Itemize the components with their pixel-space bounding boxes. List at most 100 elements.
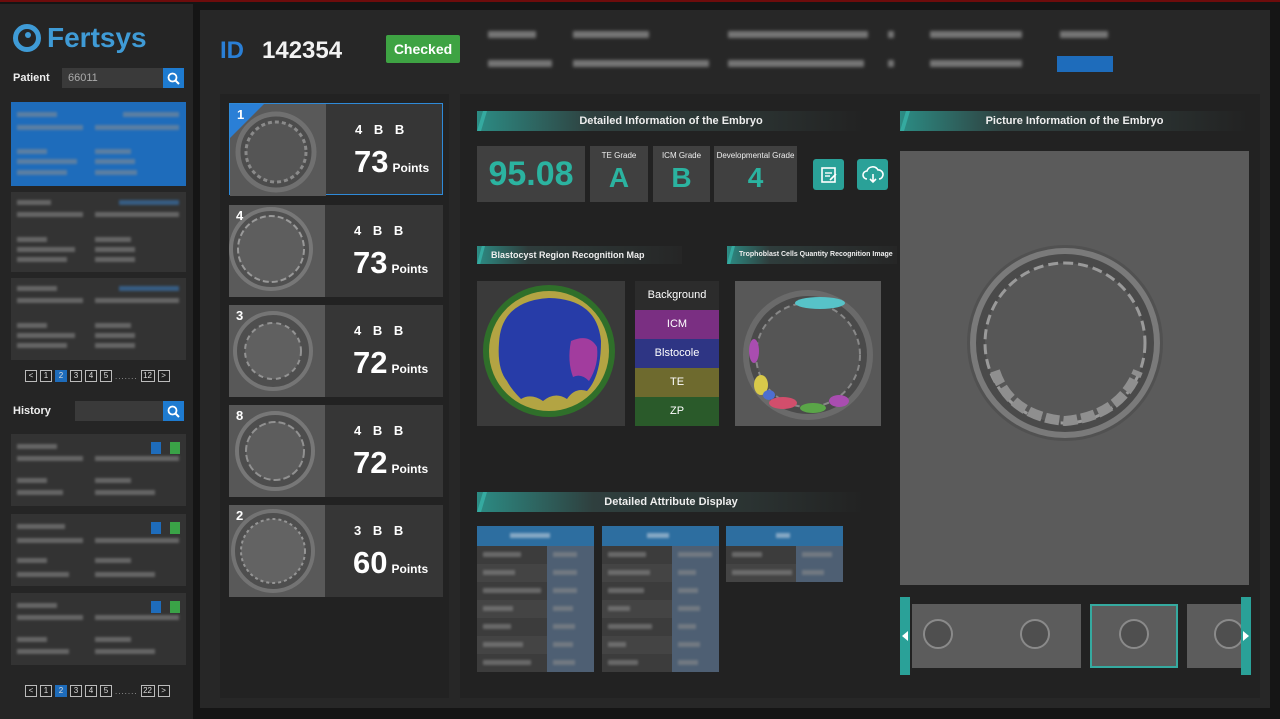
embryo-grades: 4 B B xyxy=(354,323,404,338)
segmentation-legend: Background ICM Blstocole TE ZP xyxy=(635,281,719,426)
chevron-right-icon xyxy=(1243,631,1249,641)
history-search-button[interactable] xyxy=(163,401,184,421)
page-button[interactable]: 3 xyxy=(70,370,82,382)
next-page-button[interactable]: > xyxy=(157,370,170,382)
embryo-detail-panel: Detailed Information of the Embryo Pictu… xyxy=(460,94,1260,698)
sidebar: Fertsys Patient 66011 < 1 2 3 4 5 ......… xyxy=(0,4,193,719)
embryo-card[interactable]: 3 4 B B 72 Points xyxy=(229,305,443,397)
info-badge-icon xyxy=(151,601,161,613)
patient-search-input[interactable]: 66011 xyxy=(62,68,163,88)
carousel-next-button[interactable] xyxy=(1241,597,1251,675)
chevron-left-icon xyxy=(902,631,908,641)
embryo-thumbnail xyxy=(229,505,325,597)
icm-grade-box: ICM Grade B xyxy=(653,146,710,202)
page-button[interactable]: 5 xyxy=(100,685,112,697)
embryo-card[interactable]: 2 3 B B 60 Points xyxy=(229,505,443,597)
attribute-table xyxy=(477,526,594,672)
detail-section-header: Detailed Information of the Embryo xyxy=(477,111,865,131)
embryo-grades: 3 B B xyxy=(354,523,404,538)
embryo-number: 1 xyxy=(237,107,245,122)
page-button[interactable]: 2 xyxy=(55,685,67,697)
history-card[interactable] xyxy=(11,434,186,506)
page-button[interactable]: 1 xyxy=(40,370,52,382)
embryo-points: 60 Points xyxy=(353,545,429,580)
embryo-card[interactable]: 1 4 B B 73 Points xyxy=(229,103,443,196)
embryo-thumbnail xyxy=(229,205,325,297)
app-window: Fertsys Patient 66011 < 1 2 3 4 5 ......… xyxy=(0,0,1280,719)
picture-section-header: Picture Information of the Embryo xyxy=(900,111,1249,131)
carousel-prev-button[interactable] xyxy=(900,597,910,675)
patient-search-button[interactable] xyxy=(163,68,184,88)
blastocyst-region-map xyxy=(477,281,625,426)
main-content: ID 142354 Checked 1 4 B B 73 Points 4 4 … xyxy=(200,10,1270,708)
embryo-card[interactable]: 4 4 B B 73 Points xyxy=(229,205,443,297)
status-badge-icon xyxy=(170,442,180,454)
trophoblast-header: Trophoblast Cells Quantity Recognition I… xyxy=(727,246,897,264)
page-button[interactable]: 5 xyxy=(100,370,112,382)
embryo-points: 73 Points xyxy=(354,144,430,179)
attribute-table xyxy=(602,526,719,672)
patient-card[interactable] xyxy=(11,102,186,186)
logo-icon xyxy=(13,24,41,52)
embryo-points: 73 Points xyxy=(353,245,429,280)
te-grade-label: TE Grade xyxy=(601,151,637,160)
page-button[interactable]: 4 xyxy=(85,685,97,697)
te-grade-box: TE Grade A xyxy=(590,146,648,202)
history-search-input[interactable] xyxy=(75,401,163,421)
page-ellipsis: ....... xyxy=(115,686,138,696)
embryo-number: 4 xyxy=(236,208,244,223)
legend-icm: ICM xyxy=(635,310,719,339)
page-ellipsis: ....... xyxy=(115,371,138,381)
status-badge-icon xyxy=(170,522,180,534)
prev-page-button[interactable]: < xyxy=(25,685,37,697)
embryo-number: 8 xyxy=(236,408,244,423)
attribute-section-header: Detailed Attribute Display xyxy=(477,492,865,512)
page-button[interactable]: 4 xyxy=(85,370,97,382)
attribute-table xyxy=(726,526,843,582)
history-card[interactable] xyxy=(11,514,186,586)
embryo-number: 3 xyxy=(236,308,244,323)
legend-te: TE xyxy=(635,368,719,397)
legend-zp: ZP xyxy=(635,397,719,426)
embryo-points: 72 Points xyxy=(353,345,429,380)
history-card[interactable] xyxy=(11,593,186,665)
history-pagination: < 1 2 3 4 5 ....... 22 > xyxy=(25,685,170,697)
prev-page-button[interactable]: < xyxy=(25,370,37,382)
info-badge-icon xyxy=(151,442,161,454)
carousel-thumbnail[interactable] xyxy=(1187,604,1241,668)
dev-grade-value: 4 xyxy=(747,162,764,193)
page-button[interactable]: 2 xyxy=(55,370,67,382)
embryo-number: 2 xyxy=(236,508,244,523)
page-button[interactable]: 1 xyxy=(40,685,52,697)
embryo-thumbnail xyxy=(229,305,325,397)
search-icon xyxy=(167,72,180,85)
icm-grade-value: B xyxy=(671,162,692,193)
carousel-thumbnail[interactable] xyxy=(993,604,1081,668)
brand-logo: Fertsys xyxy=(13,22,147,54)
cloud-download-icon xyxy=(861,165,884,183)
search-icon xyxy=(167,405,180,418)
next-page-button[interactable]: > xyxy=(157,685,170,697)
page-button[interactable]: 22 xyxy=(140,685,155,697)
patient-card[interactable] xyxy=(11,192,186,272)
dev-grade-box: Developmental Grade 4 xyxy=(714,146,797,202)
page-button[interactable]: 3 xyxy=(70,685,82,697)
icm-grade-label: ICM Grade xyxy=(661,151,702,160)
download-button[interactable] xyxy=(857,159,888,190)
embryo-card[interactable]: 8 4 B B 72 Points xyxy=(229,405,443,497)
page-button[interactable]: 12 xyxy=(140,370,155,382)
patient-card[interactable] xyxy=(11,278,186,360)
trophoblast-image xyxy=(735,281,881,426)
embryo-list: 1 4 B B 73 Points 4 4 B B 73 Points 3 4 B … xyxy=(220,94,449,698)
patient-search-row: Patient 66011 xyxy=(13,68,184,88)
history-search-row: History xyxy=(13,401,184,421)
embryo-thumbnail xyxy=(229,405,325,497)
id-label: ID xyxy=(220,37,244,64)
status-badge: Checked xyxy=(386,35,460,63)
info-badge-icon xyxy=(151,522,161,534)
carousel-thumbnail[interactable] xyxy=(912,604,1000,668)
status-badge-icon xyxy=(170,601,180,613)
carousel-thumbnail-selected[interactable] xyxy=(1090,604,1178,668)
edit-button[interactable] xyxy=(813,159,844,190)
legend-blastocoele: Blstocole xyxy=(635,339,719,368)
